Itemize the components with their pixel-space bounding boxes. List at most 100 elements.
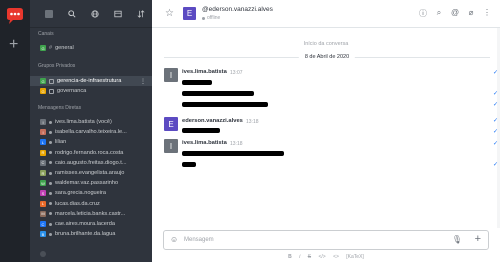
- sidebar-item-dm[interactable]: Wwaldemar.vaz.passarinho: [30, 178, 152, 188]
- room-avatar: E: [183, 7, 196, 20]
- microphone-icon[interactable]: 🎙: [452, 235, 462, 244]
- room-title: @ederson.vanazzi.alves: [202, 6, 273, 13]
- section-title-direct-messages: Mensagens Diretas: [38, 105, 82, 111]
- italic-button[interactable]: i: [299, 254, 300, 260]
- status-dot-icon: [49, 120, 52, 124]
- mention-icon[interactable]: @: [450, 8, 460, 19]
- sidebar-item-label: governanca: [57, 88, 87, 94]
- bold-button[interactable]: B: [288, 254, 292, 260]
- lock-icon: [49, 78, 54, 84]
- sidebar-item-gerencia[interactable]: G gerencia-de-infraestrutura ⋮: [30, 76, 152, 86]
- section-title-channels: Canais: [38, 31, 54, 37]
- sidebar-item-label: waldemar.vaz.passarinho: [55, 180, 119, 187]
- message-avatar[interactable]: E: [164, 117, 178, 131]
- sidebar-item-dm[interactable]: Ccaio.augusto.freitas.diogo.t...: [30, 158, 152, 168]
- sidebar-item-dm[interactable]: Rramisses.evangelista.araujo: [30, 168, 152, 178]
- emoji-icon[interactable]: ☺: [170, 235, 178, 244]
- chat-logo-icon[interactable]: [5, 7, 25, 25]
- sidebar-item-dm[interactable]: Mmarcela.leticia.banks.castr...: [30, 209, 152, 219]
- search-messages-icon[interactable]: ⌕: [434, 8, 444, 19]
- sidebar-item-dm[interactable]: Rrodrigo.fernando.roca.costa: [30, 148, 152, 158]
- sidebar: Canais G # general Grupos Privados G ger…: [30, 0, 152, 262]
- message-author[interactable]: ederson.vanazzi.alves: [182, 118, 243, 124]
- sidebar-footer-icon[interactable]: [40, 251, 46, 257]
- sidebar-item-label: isabella.carvalho.teixeira.le...: [55, 129, 127, 136]
- sidebar-item-governanca[interactable]: G governanca: [30, 86, 152, 96]
- message-time: 13:18: [246, 119, 259, 125]
- sidebar-item-dm[interactable]: Ccae.aires.moura.lacerda: [30, 219, 152, 229]
- info-icon[interactable]: ⓘ: [418, 8, 428, 19]
- sidebar-item-dm[interactable]: Llilian: [30, 137, 152, 147]
- user-avatar: L: [40, 139, 46, 146]
- user-avatar: S: [40, 190, 46, 197]
- user-avatar: I: [40, 129, 46, 136]
- sort-icon[interactable]: [129, 9, 152, 18]
- sidebar-item-label: ives.lima.batista (você): [55, 119, 112, 125]
- sidebar-item-dm[interactable]: Iisabella.carvalho.teixeira.le...: [30, 127, 152, 137]
- strike-button[interactable]: S: [308, 254, 311, 260]
- message-time: 13:07: [230, 70, 243, 76]
- status-dot-icon: [202, 16, 205, 20]
- status-dot-icon: [49, 202, 52, 206]
- group-avatar: G: [40, 78, 46, 84]
- lock-icon: [49, 88, 54, 94]
- add-server-icon[interactable]: +: [9, 37, 18, 53]
- message-author[interactable]: ives.lima.batista: [182, 69, 227, 75]
- sidebar-item-label: lucas.dias.da.cruz: [55, 200, 100, 207]
- status-dot-icon: [49, 151, 52, 155]
- message-author[interactable]: ives.lima.batista: [182, 140, 227, 146]
- add-icon[interactable]: +: [475, 233, 481, 245]
- redacted-text: [182, 80, 212, 85]
- view-mode-icon[interactable]: [106, 10, 129, 18]
- directory-icon[interactable]: [84, 9, 107, 18]
- sidebar-item-label: caio.augusto.freitas.diogo.t...: [55, 159, 127, 166]
- sidebar-item-dm[interactable]: Bbruna.brilhante.da.lagua: [30, 229, 152, 239]
- status-text: offline: [207, 15, 221, 21]
- date-divider: 8 de Abril de 2020: [164, 54, 490, 60]
- status-dot-icon: [49, 171, 52, 175]
- search-icon[interactable]: [61, 9, 84, 18]
- sidebar-item-label: sara.grecia.nogueira: [55, 190, 106, 197]
- status-dot-icon: [49, 232, 52, 236]
- redacted-text: [182, 128, 220, 133]
- date-label: 8 de Abril de 2020: [298, 54, 356, 60]
- star-icon[interactable]: ☆: [165, 8, 174, 19]
- user-avatar: B: [40, 231, 46, 238]
- user-avatar: I: [40, 119, 46, 125]
- channel-avatar: G: [40, 45, 46, 51]
- code-button[interactable]: </>: [318, 254, 325, 260]
- status-dot-icon: [49, 212, 52, 216]
- message-input[interactable]: Mensagem: [184, 237, 214, 243]
- sidebar-item-label: gerencia-de-infraestrutura: [57, 78, 122, 84]
- message-avatar[interactable]: I: [164, 139, 178, 153]
- status-dot-icon: [49, 130, 52, 134]
- status-dot-icon: [49, 222, 52, 226]
- sidebar-toolbar: [30, 0, 152, 28]
- kebab-menu-icon[interactable]: ⋮: [140, 78, 146, 85]
- sidebar-item-dm[interactable]: Llucas.dias.da.cruz: [30, 199, 152, 209]
- user-avatar: L: [40, 200, 46, 207]
- sidebar-item-dm[interactable]: Ssara.grecia.nogueira: [30, 188, 152, 198]
- sidebar-item-label: rodrigo.fernando.roca.costa: [55, 149, 124, 156]
- message-composer[interactable]: ☺ Mensagem 🎙 +: [163, 230, 489, 250]
- redacted-text: [182, 102, 268, 107]
- conversation-start: Início da conversa: [303, 41, 349, 47]
- header-actions: ⓘ ⌕ @ ⌀ ⋮: [418, 8, 492, 19]
- status-dot-icon: [49, 161, 52, 165]
- sidebar-item-general[interactable]: G # general: [30, 43, 152, 53]
- user-avatar: R: [40, 149, 46, 156]
- message-avatar[interactable]: I: [164, 68, 178, 82]
- sidebar-item-dm[interactable]: Iives.lima.batista (você): [30, 117, 152, 127]
- katex-button[interactable]: [KaTeX]: [346, 254, 364, 260]
- codeblock-button[interactable]: <>: [333, 254, 339, 260]
- more-icon[interactable]: ⋮: [482, 8, 492, 19]
- sidebar-item-label: cae.aires.moura.lacerda: [55, 221, 116, 227]
- attachment-icon[interactable]: ⌀: [466, 8, 476, 19]
- status-dot-icon: [49, 140, 52, 144]
- user-avatar[interactable]: [38, 9, 61, 18]
- sidebar-item-label: ramisses.evangelista.araujo: [55, 170, 125, 176]
- room-status: offline: [202, 15, 220, 21]
- redacted-text: [182, 162, 196, 167]
- sidebar-item-label: general: [55, 45, 74, 51]
- group-avatar: G: [40, 88, 46, 94]
